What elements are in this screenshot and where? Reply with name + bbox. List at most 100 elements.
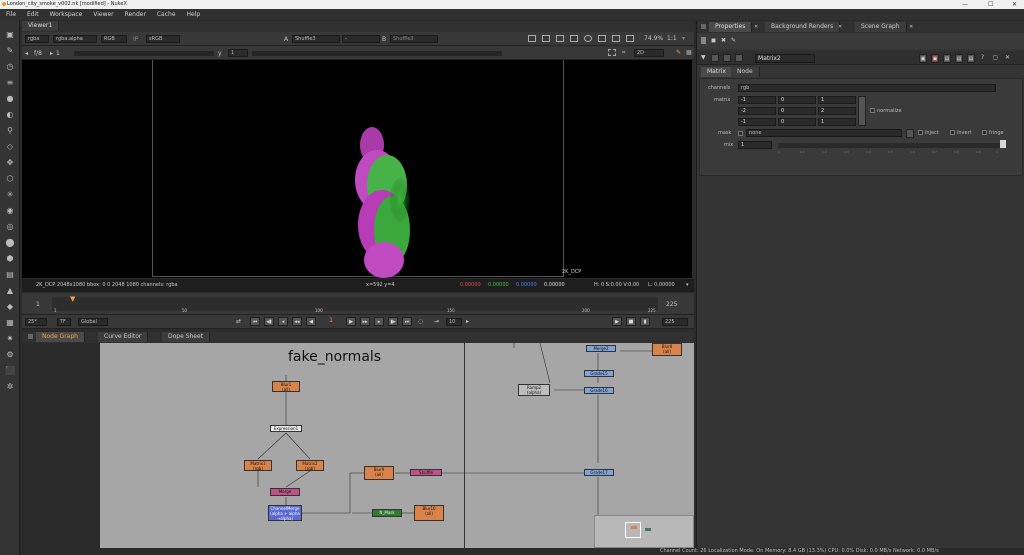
last-frame-button[interactable]: ⏭	[402, 317, 412, 326]
clear-panels-icon[interactable]: ✖	[721, 37, 726, 44]
fstop-arrow-icon[interactable]: ◂	[25, 50, 28, 57]
menu-cache[interactable]: Cache	[157, 11, 176, 18]
node-shuffle[interactable]: Shuffle	[410, 469, 442, 476]
tf-dropdown[interactable]: TF	[57, 318, 71, 326]
pane-menu-icon[interactable]	[28, 334, 33, 339]
node-blur1[interactable]: Blur1 (all)	[272, 381, 300, 392]
node-merge[interactable]: Merge	[270, 488, 300, 496]
bounce-icon[interactable]: ◌	[418, 318, 423, 325]
node-nmask[interactable]: N_Mask	[372, 509, 402, 517]
particle-emitter-icon[interactable]: ✷	[4, 332, 16, 344]
nukex-icon[interactable]: ⬛	[4, 364, 16, 376]
node-graph-canvas[interactable]: fake_normals Blur1 (all) Expression1 Mat…	[100, 343, 694, 548]
node-color-icon[interactable]	[735, 54, 743, 62]
menu-file[interactable]: File	[6, 11, 16, 18]
node-grade17[interactable]: Grade17	[584, 469, 614, 476]
increment-field[interactable]: 10	[446, 318, 462, 326]
region-icon[interactable]	[608, 49, 616, 56]
matrix-cell[interactable]: 1	[818, 96, 856, 104]
color-nodes-icon[interactable]: ●	[4, 92, 16, 104]
lut-dropdown[interactable]: sRGB	[146, 35, 180, 43]
menu-viewer[interactable]: Viewer	[93, 11, 113, 18]
node-matrix1[interactable]: Matrix1 (rgb)	[244, 460, 272, 471]
play-backward-button[interactable]: ◀	[306, 317, 316, 326]
revert-icon[interactable]: ▣	[919, 54, 927, 63]
mix-slider-handle[interactable]	[1000, 140, 1006, 148]
matrix-cell[interactable]: 0	[778, 118, 816, 126]
node-blur8[interactable]: Blur8 (all)	[652, 343, 682, 356]
node-blur10[interactable]: Blur10 (all)	[414, 505, 444, 521]
tab-curve-editor[interactable]: Curve Editor	[98, 332, 149, 342]
channel-nodes-icon[interactable]: ≡	[4, 76, 16, 88]
safe-area-icon[interactable]	[542, 35, 550, 42]
gamma-slider[interactable]	[252, 51, 502, 56]
filter-nodes-icon[interactable]: ◐	[4, 108, 16, 120]
node-expression1[interactable]: Expression1	[270, 425, 302, 432]
view-mode-dropdown[interactable]: 2D	[634, 49, 664, 57]
proxy-icon[interactable]	[584, 35, 592, 42]
node-grade16[interactable]: Grade16	[584, 387, 614, 394]
matrix-cell[interactable]: 0	[778, 107, 816, 115]
menu-edit[interactable]: Edit	[27, 11, 39, 18]
graph-minimap[interactable]	[594, 515, 694, 548]
tab-matrix[interactable]: Matrix	[701, 67, 733, 77]
tab-viewer1[interactable]: Viewer1	[22, 21, 60, 31]
question-icon[interactable]: ?	[981, 54, 984, 61]
info-menu-icon[interactable]: ▾	[686, 279, 689, 292]
normalize-checkbox[interactable]	[870, 108, 875, 113]
tab-node[interactable]: Node	[731, 67, 760, 77]
node-merge2[interactable]: Merge2	[586, 345, 616, 352]
playhead-icon[interactable]: ▼	[70, 295, 75, 303]
viewer-select-icon[interactable]: ▣	[931, 54, 939, 63]
float-icon[interactable]: ▤	[967, 54, 975, 63]
matrix-cell[interactable]: 1	[818, 118, 856, 126]
float-panel-icon[interactable]: ✎	[731, 37, 736, 44]
gain-slider[interactable]	[74, 51, 214, 56]
tab-close-icon[interactable]: ✕	[909, 24, 913, 30]
redo-icon[interactable]: ▤	[955, 54, 963, 63]
gizmo-icon[interactable]: ⚙	[4, 348, 16, 360]
maximize-panel-icon[interactable]: ◻	[993, 54, 998, 61]
merge-nodes-icon[interactable]: ◇	[4, 140, 16, 152]
range-dropdown[interactable]: Global	[78, 318, 108, 326]
b-input-dropdown[interactable]: Shuffle3	[390, 35, 438, 43]
mask-dropdown[interactable]: none	[746, 129, 902, 137]
menu-help[interactable]: Help	[186, 11, 200, 18]
play-forward-button[interactable]: ▶	[346, 317, 356, 326]
viewer-settings-icon[interactable]: ▦	[686, 49, 692, 56]
fps-field[interactable]: 25*	[25, 318, 47, 326]
roi-icon[interactable]	[528, 35, 536, 42]
matrix-animation-button[interactable]	[858, 96, 866, 126]
menu-workspace[interactable]: Workspace	[50, 11, 83, 18]
time-nodes-icon[interactable]: ◷	[4, 60, 16, 72]
first-frame-button[interactable]: ⏮	[250, 317, 260, 326]
tab-close-icon[interactable]: ✕	[754, 24, 758, 30]
minimize-button[interactable]: —	[962, 0, 968, 9]
3d-nodes-icon[interactable]: ⬡	[4, 172, 16, 184]
mask-checkbox[interactable]	[738, 131, 743, 136]
ip-toggle[interactable]: IP	[133, 36, 138, 43]
step-forward-button[interactable]: ▸	[374, 317, 384, 326]
paint-icon[interactable]: ✎	[676, 49, 681, 56]
downrez-icon[interactable]	[598, 35, 606, 42]
mask-channel-button[interactable]	[906, 129, 914, 138]
cara-vr-icon[interactable]: ▦	[4, 316, 16, 328]
step-back-button[interactable]: ◂	[278, 317, 288, 326]
node-grade15[interactable]: Grade15	[584, 370, 614, 377]
mix-field[interactable]: 1	[738, 141, 772, 149]
max-panels-field[interactable]	[701, 37, 706, 44]
matrix-cell[interactable]: 2	[818, 107, 856, 115]
node-matrix2[interactable]: Matrix2 (rgb)	[296, 460, 324, 471]
node-blur9[interactable]: Blur9 (all)	[364, 466, 394, 480]
tab-dope-sheet[interactable]: Dope Sheet	[162, 332, 211, 342]
end-frame-field[interactable]: 225	[662, 318, 688, 326]
refresh-icon[interactable]	[612, 35, 620, 42]
inject-checkbox[interactable]	[918, 130, 923, 135]
furnace-nodes-icon[interactable]: ▲	[4, 284, 16, 296]
close-panel-icon[interactable]: ✕	[1005, 54, 1010, 61]
matrix-cell[interactable]: -2	[738, 107, 776, 115]
invert-checkbox[interactable]	[950, 130, 955, 135]
channels-dropdown[interactable]: rgb	[738, 84, 996, 92]
node-ramp2[interactable]: Ramp2 (alpha)	[518, 384, 550, 396]
deep-nodes-icon[interactable]: ◉	[4, 204, 16, 216]
